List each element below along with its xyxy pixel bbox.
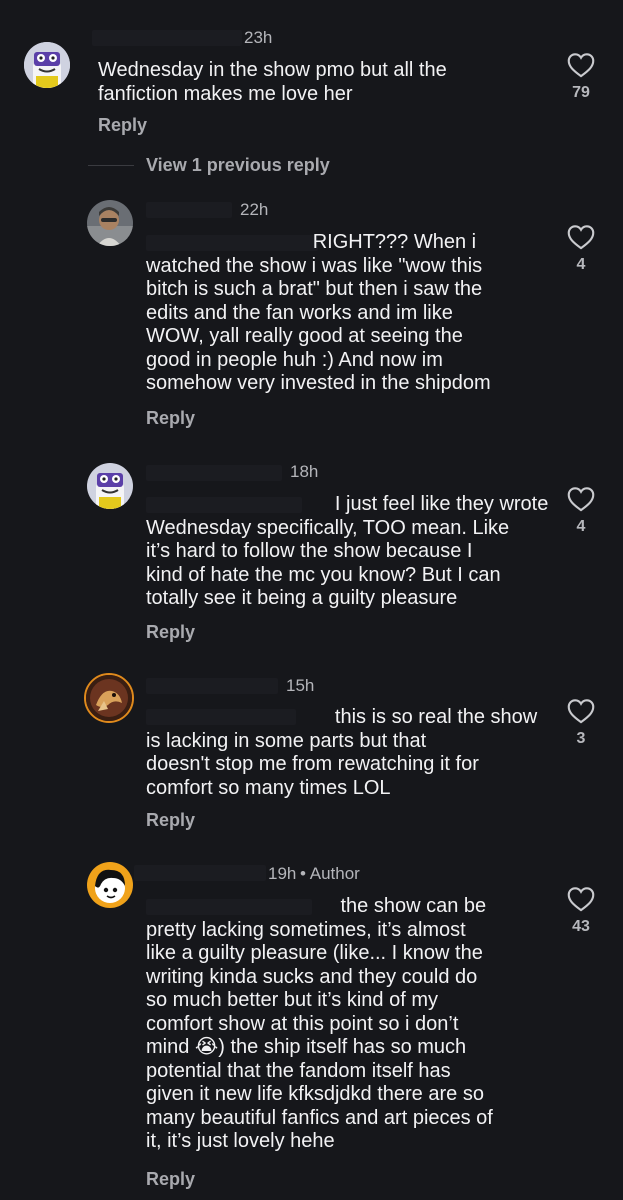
like-button[interactable]: 43 <box>561 886 601 936</box>
user-avatar[interactable] <box>87 862 133 908</box>
robot-avatar-icon <box>87 463 133 509</box>
heart-outline-icon <box>567 225 595 250</box>
person-photo-avatar-icon <box>87 200 133 246</box>
comment-text: the show can be pretty lacking sometimes… <box>146 895 493 1152</box>
like-button[interactable]: 3 <box>561 698 601 748</box>
view-previous-label: View 1 previous reply <box>146 155 330 175</box>
like-button[interactable]: 4 <box>561 224 601 274</box>
like-count: 4 <box>576 256 586 273</box>
comment-time: 23h <box>244 28 273 47</box>
user-avatar[interactable] <box>84 673 134 723</box>
like-count: 79 <box>572 84 590 101</box>
username-redacted <box>146 202 232 218</box>
comment-text: this is so real the show is lacking in s… <box>146 706 538 799</box>
like-button[interactable]: 4 <box>561 486 601 536</box>
heart-outline-icon <box>567 53 595 78</box>
comment-time: 15h <box>286 676 315 695</box>
like-button[interactable]: 79 <box>561 52 601 102</box>
heart-outline-icon <box>567 699 595 724</box>
username-redacted <box>92 30 242 46</box>
username-redacted <box>134 865 266 881</box>
comment-text: RIGHT??? When i watched the show i was l… <box>146 231 491 394</box>
user-avatar[interactable] <box>24 42 70 88</box>
heart-outline-icon <box>567 487 595 512</box>
like-count: 43 <box>572 918 590 935</box>
cartoon-girl-avatar-icon <box>87 862 133 908</box>
comment-time: 18h <box>290 462 319 481</box>
like-count: 3 <box>576 730 586 747</box>
comment-text: Wednesday in the show pmo but all the fa… <box>98 59 447 105</box>
reply-button[interactable]: Reply <box>146 408 195 429</box>
thread-divider <box>88 165 134 166</box>
reply-button[interactable]: Reply <box>146 810 195 831</box>
author-badge: • Author <box>300 864 360 883</box>
comment-text: I just feel like they wrote Wednesday sp… <box>146 493 549 609</box>
robot-avatar-icon <box>24 42 70 88</box>
animal-art-avatar-icon <box>86 675 132 721</box>
comment-time: 19h <box>268 864 297 883</box>
user-avatar[interactable] <box>87 200 133 246</box>
user-avatar[interactable] <box>87 463 133 509</box>
username-redacted <box>146 678 278 694</box>
username-redacted <box>146 465 282 481</box>
comment-time: 22h <box>240 200 269 219</box>
like-count: 4 <box>576 518 586 535</box>
reply-button[interactable]: Reply <box>146 622 195 643</box>
heart-outline-icon <box>567 887 595 912</box>
reply-button[interactable]: Reply <box>146 1169 195 1190</box>
reply-button[interactable]: Reply <box>98 115 147 136</box>
